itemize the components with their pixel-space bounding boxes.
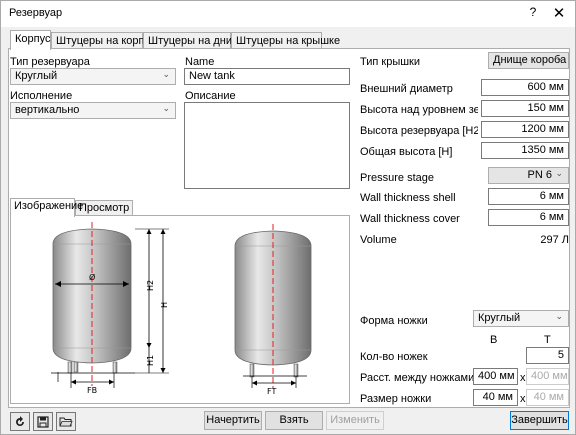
fb-label: FB xyxy=(87,386,97,395)
column-t-header: Т xyxy=(544,334,551,346)
leg-size-t-input: 40 мм xyxy=(526,389,569,406)
tab-bottom-nozzles[interactable]: Штуцеры на днище xyxy=(143,32,247,49)
cover-type-label: Тип крышки xyxy=(360,56,421,68)
chevron-down-icon: ⌄ xyxy=(555,53,563,63)
diameter-symbol: Ø xyxy=(89,272,95,282)
wall-thickness-shell-input[interactable]: 6 мм xyxy=(488,188,569,205)
leg-shape-label: Форма ножки xyxy=(360,315,428,327)
height-above-ground-label: Высота над уровнем земли [H1] xyxy=(360,104,478,116)
execution-label: Исполнение xyxy=(10,90,73,102)
total-height-label: Общая высота [H] xyxy=(360,146,453,158)
window-title: Резервуар xyxy=(9,7,63,19)
execution-select[interactable]: вертикально ⌄ xyxy=(10,102,176,119)
tank-height-input[interactable]: 1200 мм xyxy=(481,121,569,138)
chevron-down-icon: ⌄ xyxy=(555,168,563,178)
volume-value: 297 Л xyxy=(540,234,569,246)
cover-type-select[interactable]: Днище короба ⌄ xyxy=(488,52,569,69)
chevron-down-icon: ⌄ xyxy=(555,311,563,321)
tank-type-value: Круглый xyxy=(15,70,58,82)
tab-top-nozzles[interactable]: Штуцеры на крышке xyxy=(231,32,340,49)
chevron-down-icon: ⌄ xyxy=(162,103,170,113)
tank-height-label: Высота резервуара [H2] xyxy=(360,125,478,137)
description-label: Описание xyxy=(185,90,236,102)
outer-diameter-input[interactable]: 600 мм xyxy=(481,79,569,96)
finish-button[interactable]: Завершить xyxy=(510,411,569,430)
wall-thickness-cover-label: Wall thickness cover xyxy=(360,213,460,225)
tab-image[interactable]: Изображение xyxy=(10,198,83,217)
open-button[interactable] xyxy=(56,412,76,431)
pressure-stage-label: Pressure stage xyxy=(360,172,434,184)
outer-diameter-label: Внешний диаметр xyxy=(360,83,453,95)
tab-body[interactable]: Корпус xyxy=(10,30,51,50)
name-input[interactable]: New tank xyxy=(184,68,350,85)
volume-label: Volume xyxy=(360,234,397,246)
save-button[interactable] xyxy=(33,412,53,431)
take-button[interactable]: Взять xyxy=(265,411,323,430)
times-sign: x xyxy=(520,372,526,384)
leg-distance-t-input: 400 мм xyxy=(526,368,569,385)
tab-preview[interactable]: Просмотр xyxy=(75,200,133,216)
leg-size-b-input[interactable]: 40 мм xyxy=(473,389,518,406)
wall-thickness-shell-label: Wall thickness shell xyxy=(360,192,456,204)
draw-button[interactable]: Начертить xyxy=(204,411,262,430)
description-textarea[interactable] xyxy=(184,102,350,189)
h-label: H xyxy=(160,302,169,308)
leg-count-label: Кол-во ножек xyxy=(360,351,428,363)
close-button[interactable]: ✕ xyxy=(551,4,567,22)
leg-shape-select[interactable]: Круглый ⌄ xyxy=(473,310,569,327)
tank-bottom-view-diagram: Ø FB H2 H H1 xyxy=(51,222,169,395)
save-icon xyxy=(37,416,49,428)
tank-dialog: Резервуар ? ✕ Корпус Штуцеры на корпусе … xyxy=(0,0,576,435)
times-sign: x xyxy=(520,393,526,405)
pressure-stage-value: PN 6 xyxy=(527,169,552,181)
tab-shell-nozzles[interactable]: Штуцеры на корпусе xyxy=(51,32,162,49)
height-above-ground-input[interactable]: 150 мм xyxy=(481,100,569,117)
chevron-down-icon: ⌄ xyxy=(162,69,170,79)
tank-type-select[interactable]: Круглый ⌄ xyxy=(10,68,176,85)
column-b-header: В xyxy=(490,334,498,346)
leg-distance-b-input[interactable]: 400 мм xyxy=(473,368,518,385)
total-height-input[interactable]: 1350 мм xyxy=(481,142,569,159)
refresh-icon xyxy=(16,416,24,426)
execution-value: вертикально xyxy=(15,104,80,116)
tank-top-view-diagram: FT xyxy=(234,224,312,396)
pressure-stage-select[interactable]: PN 6 ⌄ xyxy=(488,167,569,184)
help-button[interactable]: ? xyxy=(525,5,541,19)
title-bar: Резервуар ? ✕ xyxy=(1,1,575,27)
name-label: Name xyxy=(185,56,215,68)
h1-label: H1 xyxy=(146,355,155,366)
leg-count-input[interactable]: 5 xyxy=(526,347,569,364)
leg-distance-label: Расст. между ножками xyxy=(360,372,475,384)
h2-label: H2 xyxy=(146,280,155,291)
open-folder-icon xyxy=(59,417,73,427)
leg-shape-value: Круглый xyxy=(478,312,521,324)
change-button: Изменить xyxy=(326,411,384,430)
tank-type-label: Тип резервуара xyxy=(10,56,90,68)
ft-label: FT xyxy=(267,387,276,396)
leg-size-label: Размер ножки xyxy=(360,393,432,405)
tank-drawing: Ø FB H2 H H1 FT xyxy=(10,215,350,404)
wall-thickness-cover-input[interactable]: 6 мм xyxy=(488,209,569,226)
refresh-button[interactable] xyxy=(10,412,30,431)
